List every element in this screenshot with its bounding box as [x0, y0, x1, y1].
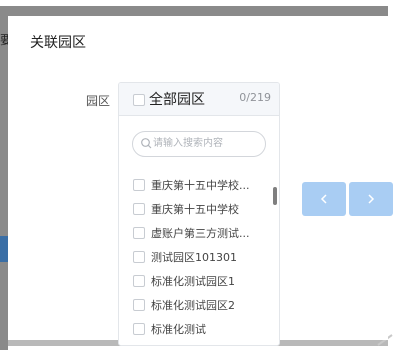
select-all-checkbox[interactable] [133, 94, 145, 106]
park-field-label: 园区 [86, 94, 111, 108]
background-accent [0, 236, 8, 262]
list-item[interactable]: 重庆第十五中学校... [119, 173, 271, 197]
select-all-label[interactable]: 全部园区 [149, 89, 205, 109]
item-label: 测试园区101301 [151, 251, 237, 264]
item-checkbox[interactable] [133, 179, 145, 191]
background-left-bar [0, 16, 8, 350]
background-top-bar [0, 6, 388, 16]
park-transfer-panel: 全部园区 0/219 重庆第十五中学校... 重庆第十五中学校 虚账户第三方测试… [118, 82, 280, 346]
item-label: 标准化测试园区2 [151, 299, 235, 312]
list-item[interactable]: 标准化测试 [119, 317, 271, 341]
item-checkbox[interactable] [133, 323, 145, 335]
item-checkbox[interactable] [133, 203, 145, 215]
list-item[interactable]: 虚账户第三方测试... [119, 221, 271, 245]
item-checkbox[interactable] [133, 227, 145, 239]
chevron-left-icon [320, 194, 327, 204]
item-checkbox[interactable] [133, 299, 145, 311]
list-item[interactable]: 标准化测试园区2 [119, 293, 271, 317]
list-item[interactable]: 重庆第十五中学校 [119, 197, 271, 221]
selection-count: 0/219 [239, 91, 271, 104]
list-item[interactable]: 标准化测试园区1 [119, 269, 271, 293]
item-checkbox[interactable] [133, 251, 145, 263]
search-input[interactable] [153, 134, 259, 152]
item-checkbox[interactable] [133, 275, 145, 287]
item-label: 标准化测试 [151, 323, 206, 336]
item-label: 标准化测试园区1 [151, 275, 235, 288]
list-scrollbar[interactable] [273, 187, 277, 205]
item-label: 虚账户第三方测试... [151, 227, 250, 240]
move-left-button[interactable] [302, 182, 346, 216]
move-right-button[interactable] [349, 182, 393, 216]
search-box[interactable] [132, 131, 266, 157]
park-list: 重庆第十五中学校... 重庆第十五中学校 虚账户第三方测试... 测试园区101… [119, 173, 271, 341]
panel-header: 全部园区 0/219 [119, 83, 279, 116]
list-item[interactable]: 测试园区101301 [119, 245, 271, 269]
item-label: 重庆第十五中学校 [151, 203, 239, 216]
chevron-right-icon [368, 194, 375, 204]
dialog-title: 关联园区 [30, 35, 86, 51]
link-park-dialog: 关联园区 园区 全部园区 0/219 重庆第十五中学校... 重庆第十五中学校 [8, 16, 393, 346]
item-label: 重庆第十五中学校... [151, 179, 250, 192]
search-icon [141, 138, 152, 149]
